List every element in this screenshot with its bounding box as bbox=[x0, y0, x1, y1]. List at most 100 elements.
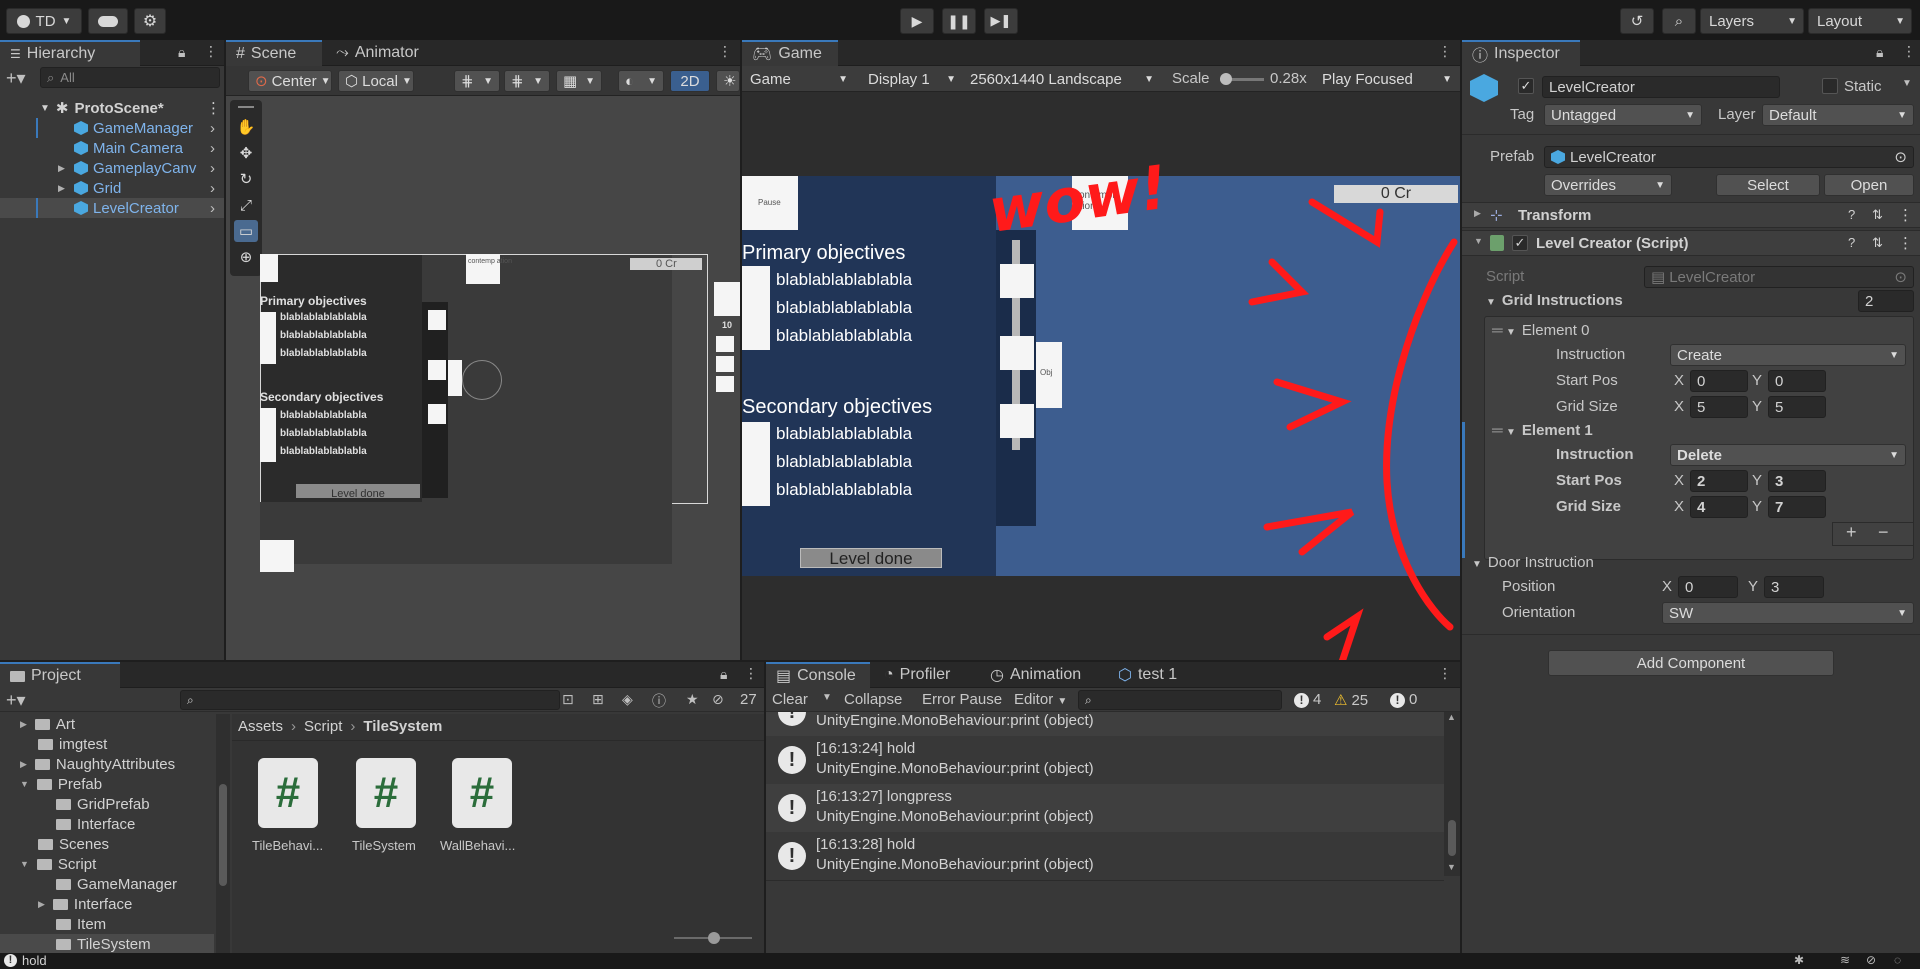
add-icon[interactable]: +▾ bbox=[6, 68, 26, 89]
space-dropdown[interactable]: ⬡ Local ▼ bbox=[338, 70, 414, 92]
transform-tool-icon[interactable]: ⊕ bbox=[234, 246, 258, 268]
orientation-dropdown[interactable]: SW ▼ bbox=[1662, 602, 1914, 624]
file-tilesystem[interactable]: TileSystem bbox=[352, 838, 416, 853]
folder-gridprefab[interactable]: GridPrefab bbox=[56, 794, 150, 814]
layers-icon[interactable]: ≋ bbox=[1840, 953, 1850, 967]
search-by-type-icon[interactable]: ⊡ bbox=[562, 691, 574, 708]
more-icon[interactable]: ⋮ bbox=[1898, 206, 1913, 224]
scale-slider-thumb[interactable] bbox=[1220, 73, 1232, 85]
tab-scene[interactable]: # Scene bbox=[226, 40, 322, 66]
tab-test-1[interactable]: ⬡ test 1 bbox=[1108, 662, 1187, 688]
element-0-start-y[interactable]: 0 bbox=[1768, 370, 1826, 392]
debug-icon[interactable]: ✱ bbox=[1794, 953, 1804, 967]
auto-gen-lighting-icon[interactable]: ⊘ bbox=[1866, 953, 1876, 967]
search-by-label-icon[interactable]: ⊞ bbox=[592, 691, 604, 708]
tree-scrollbar[interactable] bbox=[216, 714, 230, 953]
create-asset-icon[interactable]: +▾ bbox=[6, 690, 26, 711]
lock-icon[interactable]: 🔒︎ bbox=[1876, 44, 1883, 61]
icon-size-slider-thumb[interactable] bbox=[708, 932, 720, 944]
pause-button[interactable]: ❚❚ bbox=[942, 8, 976, 34]
layers-dropdown[interactable]: Layers ▼ bbox=[1700, 8, 1804, 34]
game-mode-dropdown[interactable]: Game ▼ bbox=[744, 68, 854, 90]
snap-increment-dropdown[interactable]: ⋕ ▼ bbox=[504, 70, 550, 92]
more-icon[interactable]: ⋮ bbox=[718, 43, 732, 60]
log-entry-partial[interactable]: ! UnityEngine.MonoBehaviour:print (objec… bbox=[766, 712, 1444, 736]
editor-dropdown[interactable]: Editor ▼ bbox=[1014, 691, 1067, 708]
element-1-start-y[interactable]: 3 bbox=[1768, 470, 1826, 492]
static-dropdown-icon[interactable]: ▼ bbox=[1902, 78, 1912, 89]
tab-game[interactable]: 🎮︎ Game bbox=[742, 40, 838, 66]
history-button[interactable]: ↺ bbox=[1620, 8, 1654, 34]
move-tool-icon[interactable]: ✥ bbox=[234, 142, 258, 164]
csharp-script-icon[interactable]: # bbox=[452, 758, 512, 828]
folder-tilesystem[interactable]: TileSystem bbox=[0, 934, 214, 954]
more-icon[interactable]: ⋮ bbox=[1438, 43, 1452, 60]
tab-animation[interactable]: ◷ Animation bbox=[980, 662, 1091, 688]
element-0-size-y[interactable]: 5 bbox=[1768, 396, 1826, 418]
scene-root[interactable]: ▼ ✱ ProtoScene* ⋮ bbox=[0, 98, 224, 118]
collab-button[interactable]: ⚙ bbox=[134, 8, 166, 34]
account-dropdown[interactable]: TD ▼ bbox=[6, 8, 82, 34]
more-icon[interactable]: ⋮ bbox=[744, 665, 758, 682]
step-button[interactable]: ▶❚ bbox=[984, 8, 1018, 34]
hidden-packages-icon[interactable]: ⊘ bbox=[712, 691, 724, 708]
element-0-instruction-dropdown[interactable]: Create ▼ bbox=[1670, 344, 1906, 366]
csharp-script-icon[interactable]: # bbox=[356, 758, 416, 828]
label-icon[interactable]: ◈ bbox=[622, 691, 633, 708]
more-icon[interactable]: ⋮ bbox=[1438, 665, 1452, 682]
layer-dropdown[interactable]: Default ▼ bbox=[1762, 104, 1914, 126]
error-pause-toggle[interactable]: Error Pause bbox=[922, 691, 1002, 708]
scene-more-icon[interactable]: ⋮ bbox=[206, 99, 221, 117]
active-checkbox[interactable]: ✓ bbox=[1518, 78, 1534, 94]
element-0-foldout[interactable]: ▼ Element 0 bbox=[1506, 322, 1589, 339]
grid-visibility-dropdown[interactable]: ▦ ▼ bbox=[556, 70, 602, 92]
favorite-icon[interactable]: ★ bbox=[686, 691, 699, 708]
prefab-field[interactable]: LevelCreator ⊙ bbox=[1544, 146, 1914, 168]
door-instruction-foldout[interactable]: ▼ Door Instruction bbox=[1472, 554, 1594, 571]
component-enabled-checkbox[interactable]: ✓ bbox=[1512, 235, 1528, 251]
add-element-button[interactable]: + bbox=[1846, 522, 1857, 543]
rotate-tool-icon[interactable]: ↻ bbox=[234, 168, 258, 190]
object-name-field[interactable]: LevelCreator bbox=[1542, 76, 1780, 98]
warning-filter-toggle[interactable]: ⚠ 25 bbox=[1334, 691, 1368, 709]
lighting-toggle[interactable]: ☀ bbox=[716, 70, 740, 92]
hierarchy-item-main-camera[interactable]: Main Camera › bbox=[0, 138, 224, 158]
door-position-y[interactable]: 3 bbox=[1764, 576, 1824, 598]
element-1-size-x[interactable]: 4 bbox=[1690, 496, 1748, 518]
transform-header[interactable]: ▶ ⊹ Transform ? ⇅ ⋮ bbox=[1462, 202, 1920, 228]
tab-hierarchy[interactable]: ☰ Hierarchy bbox=[0, 40, 140, 66]
clear-options-dropdown[interactable]: ▼ bbox=[822, 692, 832, 703]
grid-instructions-label[interactable]: ▼ Grid Instructions bbox=[1486, 292, 1623, 309]
target-icon[interactable]: ⊙ bbox=[1894, 148, 1907, 166]
tab-animator[interactable]: ⤳ Animator bbox=[326, 40, 429, 66]
clear-button[interactable]: Clear bbox=[772, 691, 808, 708]
progress-icon[interactable]: ◌ bbox=[1894, 953, 1901, 967]
play-mode-dropdown[interactable]: Play Focused ▼ bbox=[1316, 68, 1458, 90]
console-search-input[interactable]: ⌕ bbox=[1078, 690, 1282, 710]
element-1-size-y[interactable]: 7 bbox=[1768, 496, 1826, 518]
draw-mode-dropdown[interactable]: ◐ ▼ bbox=[618, 70, 664, 92]
preset-icon[interactable]: ⇅ bbox=[1872, 207, 1883, 223]
select-button[interactable]: Select bbox=[1716, 174, 1820, 196]
scale-tool-icon[interactable]: ⤢ bbox=[234, 194, 258, 216]
preset-icon[interactable]: ⇅ bbox=[1872, 235, 1883, 251]
tab-console[interactable]: ▤ Console bbox=[766, 662, 870, 688]
grid-instructions-count[interactable]: 2 bbox=[1858, 290, 1914, 312]
remove-element-button[interactable]: − bbox=[1878, 522, 1889, 543]
folder-gamemanager[interactable]: GameManager bbox=[56, 874, 177, 894]
open-button[interactable]: Open bbox=[1824, 174, 1914, 196]
element-0-size-x[interactable]: 5 bbox=[1690, 396, 1748, 418]
element-1-instruction-dropdown[interactable]: Delete ▼ bbox=[1670, 444, 1906, 466]
more-icon[interactable]: ⋮ bbox=[204, 43, 218, 60]
door-position-x[interactable]: 0 bbox=[1678, 576, 1738, 598]
info-filter-toggle[interactable]: ! 4 bbox=[1294, 691, 1321, 708]
warning-filter-icon[interactable]: ⓘ bbox=[652, 691, 666, 711]
lock-icon[interactable]: 🔒︎ bbox=[720, 666, 727, 683]
hierarchy-item-levelcreator[interactable]: LevelCreator › bbox=[0, 198, 224, 218]
tab-profiler[interactable]: ◔ Profiler bbox=[874, 662, 960, 688]
2d-toggle[interactable]: 2D bbox=[670, 70, 710, 92]
search-button[interactable]: ⌕ bbox=[1662, 8, 1696, 34]
display-dropdown[interactable]: Display 1 ▼ bbox=[862, 68, 962, 90]
resolution-dropdown[interactable]: 2560x1440 Landscape ▼ bbox=[964, 68, 1160, 90]
layout-dropdown[interactable]: Layout ▼ bbox=[1808, 8, 1912, 34]
